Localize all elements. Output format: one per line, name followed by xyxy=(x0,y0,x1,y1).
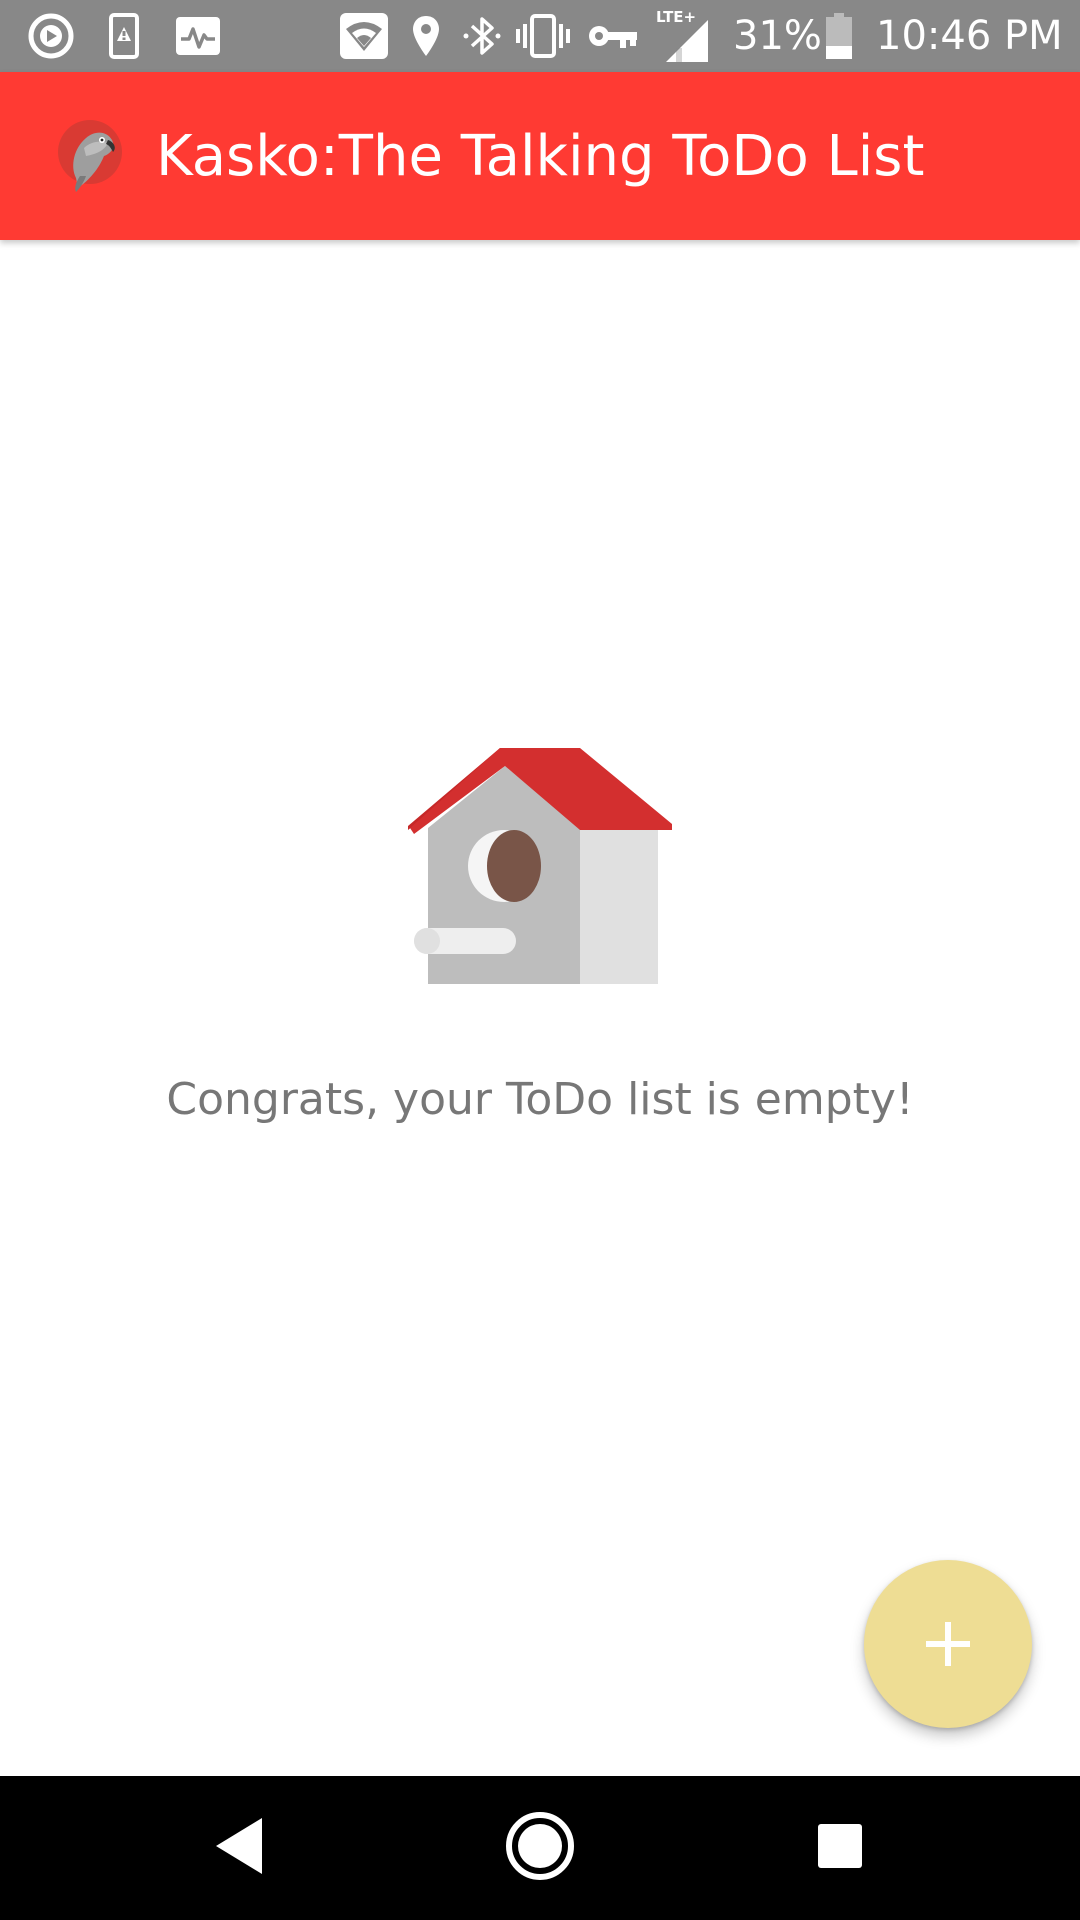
plus-icon xyxy=(924,1620,972,1668)
back-icon xyxy=(210,1814,270,1883)
vpn-key-icon xyxy=(588,12,638,60)
todo-app-screen: LTE+ 31% 10:46 PM Kasko:The Talking ToDo… xyxy=(0,0,1080,1920)
wifi-icon xyxy=(340,12,388,60)
system-nav-bar xyxy=(0,1776,1080,1920)
app-title: Kasko:The Talking ToDo List xyxy=(156,124,925,189)
activity-monitor-icon xyxy=(174,12,222,60)
recents-icon xyxy=(816,1822,864,1875)
home-icon xyxy=(505,1811,575,1886)
back-button[interactable] xyxy=(200,1808,280,1888)
battery-percent: 31% xyxy=(733,13,822,59)
empty-list-message: Congrats, your ToDo list is empty! xyxy=(166,1074,914,1125)
app-bar: Kasko:The Talking ToDo List xyxy=(0,72,1080,240)
birdhouse-icon xyxy=(408,748,674,986)
location-pin-icon xyxy=(410,12,442,60)
add-task-button[interactable] xyxy=(864,1560,1032,1728)
parrot-logo-icon xyxy=(56,118,124,194)
battery-icon xyxy=(824,12,854,60)
alert-phone-icon xyxy=(108,12,140,60)
cell-signal-icon: LTE+ xyxy=(654,8,710,64)
network-type-label: LTE+ xyxy=(656,8,696,26)
vibrate-icon xyxy=(516,12,570,60)
clock-time: 10:46 PM xyxy=(876,13,1063,59)
bluetooth-icon xyxy=(462,12,502,60)
home-button[interactable] xyxy=(500,1808,580,1888)
status-bar: LTE+ 31% 10:46 PM xyxy=(0,0,1080,72)
recents-button[interactable] xyxy=(800,1808,880,1888)
media-play-icon xyxy=(26,12,76,60)
